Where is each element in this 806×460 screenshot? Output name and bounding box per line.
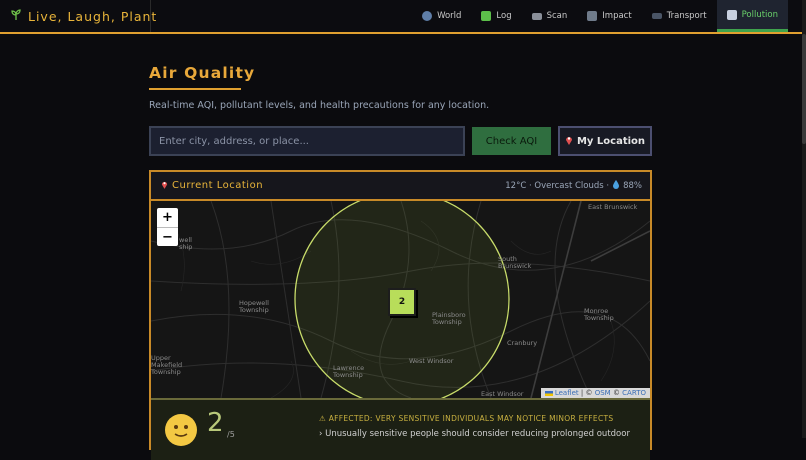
map-label: Cranbury — [507, 339, 538, 347]
pollution-icon — [726, 9, 737, 20]
aqi-value: 2 — [207, 408, 224, 438]
smiley-face-icon — [165, 414, 197, 446]
osm-link[interactable]: OSM — [595, 389, 611, 397]
carto-link[interactable]: CARTO — [622, 389, 646, 397]
nav-label: Transport — [666, 11, 707, 21]
title-underline — [149, 88, 241, 90]
map-label: Upper Makefield Township — [151, 354, 183, 376]
zoom-control: + − — [157, 208, 178, 246]
panel-title-text: Current Location — [172, 180, 264, 191]
page-title: Air Quality — [149, 64, 256, 82]
check-box-icon — [481, 11, 492, 21]
humidity-value: 88% — [623, 180, 642, 191]
plant-icon — [10, 8, 22, 24]
map-label: Plainsboro Township — [432, 311, 466, 326]
map-label: Monroe Township — [584, 307, 614, 322]
my-location-button[interactable]: My Location — [558, 126, 652, 156]
nav-label: Log — [496, 11, 512, 21]
my-location-label: My Location — [576, 135, 646, 147]
brand[interactable]: Live, Laugh, Plant — [10, 0, 157, 32]
nav-label: Impact — [602, 11, 632, 21]
map-label: East Brunswick — [588, 203, 638, 211]
chart-icon — [587, 11, 598, 21]
affected-warning: ⚠ AFFECTED: VERY SENSITIVE INDIVIDUALS M… — [319, 414, 614, 423]
map-label: South Brunswick — [498, 255, 532, 270]
nav-menu: World Log Scan Impact Transport Pollutio… — [412, 0, 788, 32]
panel-header: Current Location 12°C · Overcast Clouds … — [151, 172, 650, 201]
zoom-in-button[interactable]: + — [157, 208, 178, 228]
panel-title: Current Location — [161, 172, 263, 199]
map-cluster-marker[interactable]: 2 — [388, 288, 416, 316]
map-view[interactable]: + − East Brunswick South Brunswick well … — [151, 201, 650, 398]
divider — [150, 0, 151, 32]
scanner-icon — [531, 12, 542, 20]
aqi-summary: 2 /5 ⚠ AFFECTED: VERY SENSITIVE INDIVIDU… — [151, 398, 650, 460]
nav-item-log[interactable]: Log — [471, 0, 521, 32]
weather-summary: 12°C · Overcast Clouds · 88% — [505, 172, 642, 199]
attribution-separator: © — [610, 389, 623, 397]
map-label: Lawrence Township — [333, 364, 365, 379]
nav-item-transport[interactable]: Transport — [642, 0, 717, 32]
map-label: well ship — [179, 236, 193, 251]
map-label: East Windsor — [481, 390, 524, 398]
nav-label: World — [437, 11, 462, 21]
nav-item-scan[interactable]: Scan — [522, 0, 578, 32]
top-nav: Live, Laugh, Plant World Log Scan Impact… — [0, 0, 802, 34]
nav-label: Scan — [546, 11, 568, 21]
pin-icon — [161, 180, 168, 192]
weather-text: 12°C · Overcast Clouds · — [505, 180, 610, 191]
map-label: West Windsor — [409, 357, 454, 365]
brand-name: Live, Laugh, Plant — [28, 8, 158, 24]
scrollbar-thumb[interactable] — [802, 34, 806, 144]
check-aqi-button[interactable]: Check AQI — [472, 127, 551, 155]
nav-item-impact[interactable]: Impact — [577, 0, 641, 32]
nav-label: Pollution — [741, 9, 778, 20]
map-label: Hopewell Township — [239, 299, 269, 314]
location-panel: Current Location 12°C · Overcast Clouds … — [149, 170, 652, 460]
zoom-out-button[interactable]: − — [157, 228, 178, 247]
pin-icon — [565, 135, 573, 148]
page-subtitle: Real-time AQI, pollutant levels, and hea… — [149, 100, 490, 111]
leaflet-link[interactable]: Leaflet — [555, 389, 579, 397]
leaflet-flag-icon — [544, 390, 553, 396]
droplet-icon — [613, 179, 620, 192]
nav-item-world[interactable]: World — [412, 0, 471, 32]
map-attribution: Leaflet | © OSM © CARTO — [540, 388, 650, 398]
globe-icon — [422, 11, 433, 21]
nav-item-pollution[interactable]: Pollution — [716, 0, 788, 32]
car-icon — [651, 13, 662, 19]
search-input[interactable] — [149, 126, 465, 156]
attribution-separator: | © — [578, 389, 595, 397]
